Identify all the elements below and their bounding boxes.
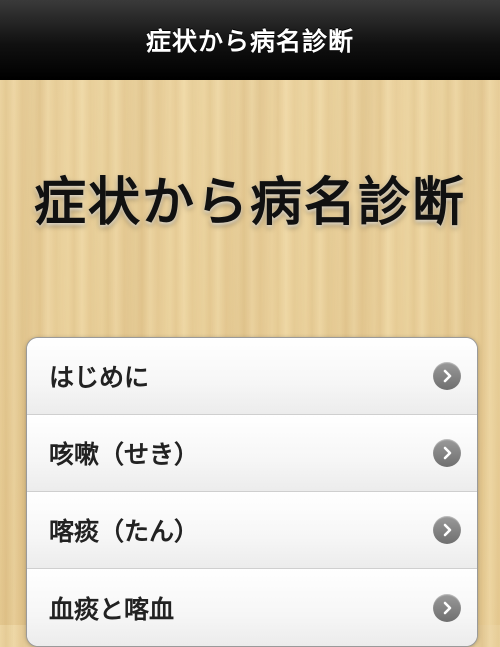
app-header: 症状から病名診断 [0,0,500,80]
header-title: 症状から病名診断 [145,26,354,56]
chevron-right-icon [433,439,461,467]
menu-item-hemoptysis[interactable]: 血痰と喀血 [27,569,477,646]
menu-item-intro[interactable]: はじめに [27,338,477,415]
chevron-right-icon [433,593,461,622]
menu-item-label: 血痰と喀血 [49,594,175,624]
menu-item-sputum[interactable]: 喀痰（たん） [27,492,477,569]
menu-item-cough[interactable]: 咳嗽（せき） [27,415,477,492]
chevron-right-icon [433,362,461,390]
menu-item-label: 喀痰（たん） [49,517,200,546]
hero-title: 症状から病名診断 [33,173,466,233]
menu-item-label: はじめに [49,363,150,392]
chevron-right-icon [433,516,461,544]
menu-list: はじめに 咳嗽（せき） 喀痰（たん） 血痰と喀血 [26,337,478,647]
menu-item-label: 咳嗽（せき） [49,440,200,469]
